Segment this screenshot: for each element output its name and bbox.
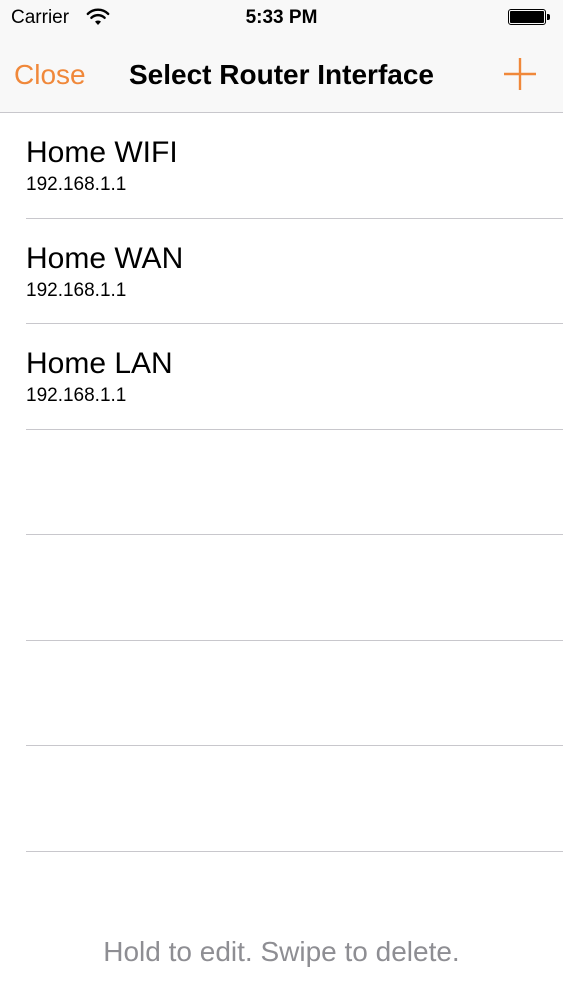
interface-name: Home LAN	[26, 347, 173, 380]
list-item[interactable]: Home WAN 192.168.1.1	[0, 219, 563, 325]
interface-address: 192.168.1.1	[26, 385, 127, 406]
plus-icon[interactable]	[500, 54, 540, 94]
empty-row	[0, 641, 563, 747]
page-title: Select Router Interface	[129, 59, 434, 90]
battery-icon	[508, 9, 553, 27]
list-item[interactable]: Home LAN 192.168.1.1	[0, 324, 563, 430]
interface-list: Home WIFI 192.168.1.1 Home WAN 192.168.1…	[0, 113, 563, 852]
empty-row	[0, 535, 563, 641]
interface-address: 192.168.1.1	[26, 279, 127, 301]
footer-hint: Hold to edit. Swipe to delete.	[103, 936, 460, 967]
empty-row	[0, 746, 563, 852]
empty-row	[0, 430, 563, 536]
interface-name: Home WIFI	[26, 136, 178, 169]
status-time: 5:33 PM	[245, 7, 318, 28]
status-bar: Carrier 5:33 PM	[0, 0, 563, 38]
interface-name: Home WAN	[26, 241, 184, 275]
list-item[interactable]: Home WIFI 192.168.1.1	[0, 113, 563, 219]
top-bar: Carrier 5:33 PM Close Select Router Inte…	[0, 0, 563, 113]
interface-address: 192.168.1.1	[26, 174, 127, 195]
navigation-bar: Close Select Router Interface	[0, 38, 563, 113]
